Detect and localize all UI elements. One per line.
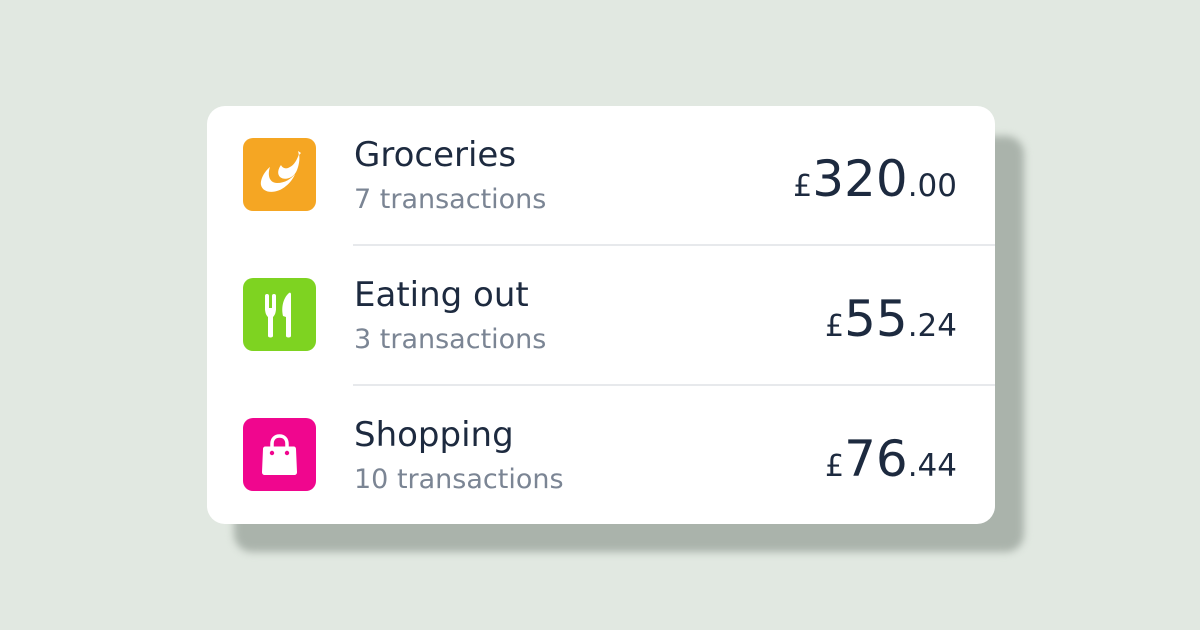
category-row-shopping[interactable]: Shopping 10 transactions £76.44 <box>207 386 995 524</box>
category-name: Groceries <box>354 135 517 175</box>
category-row-eating-out[interactable]: Eating out 3 transactions £55.24 <box>207 246 995 386</box>
currency-symbol: £ <box>824 309 845 344</box>
groceries-icon-tile <box>243 138 316 211</box>
category-amount: £320.00 <box>793 150 957 208</box>
transaction-count: 10 transactions <box>354 464 564 495</box>
amount-minor: .44 <box>907 448 957 484</box>
banana-icon <box>260 151 301 192</box>
amount-major: 55 <box>844 290 908 348</box>
shopping-bag-icon <box>262 434 297 475</box>
eating-out-icon-tile <box>243 278 316 351</box>
fork-knife-icon <box>265 292 291 338</box>
transaction-count: 3 transactions <box>354 324 547 355</box>
amount-major: 76 <box>844 430 908 488</box>
amount-minor: .00 <box>907 168 957 204</box>
currency-symbol: £ <box>793 169 813 204</box>
amount-major: 320 <box>812 150 908 208</box>
category-name: Eating out <box>354 275 529 315</box>
transaction-count: 7 transactions <box>354 184 547 215</box>
category-name: Shopping <box>354 415 514 455</box>
category-row-groceries[interactable]: Groceries 7 transactions £320.00 <box>207 106 995 246</box>
amount-minor: .24 <box>907 308 957 344</box>
category-amount: £55.24 <box>825 290 957 348</box>
shopping-icon-tile <box>243 418 316 491</box>
category-amount: £76.44 <box>825 430 957 488</box>
currency-symbol: £ <box>824 449 845 484</box>
spending-categories-card: Groceries 7 transactions £320.00 Eating … <box>207 106 995 524</box>
